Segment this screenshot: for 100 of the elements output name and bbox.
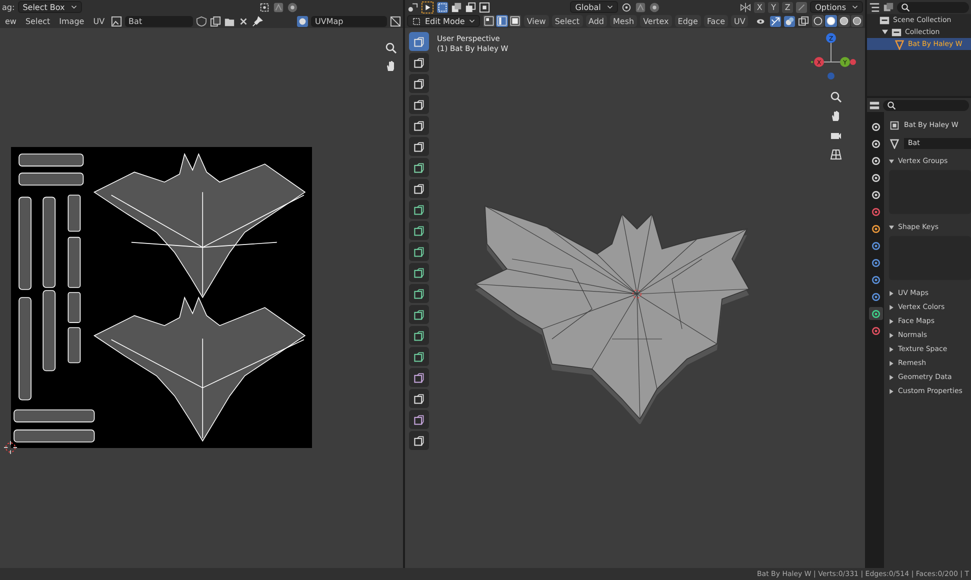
menu-item[interactable]: View xyxy=(524,15,549,27)
menu-item[interactable]: Add xyxy=(586,15,608,27)
disclosure-triangle-icon xyxy=(889,290,894,296)
tool-button[interactable] xyxy=(409,326,429,345)
hand-icon[interactable] xyxy=(385,60,397,72)
subtract-mode-icon[interactable] xyxy=(465,2,476,12)
orientation-dropdown[interactable]: Global xyxy=(570,1,618,13)
mesh-data-icon[interactable] xyxy=(889,138,900,148)
tool-button[interactable] xyxy=(409,74,429,93)
tool-icon xyxy=(413,162,425,174)
overlay-toggle-icon[interactable] xyxy=(784,16,795,26)
close-icon[interactable] xyxy=(238,16,249,26)
menu-item[interactable]: Mesh xyxy=(610,15,638,27)
tool-button[interactable] xyxy=(409,389,429,408)
tool-button[interactable] xyxy=(409,242,429,261)
shield-icon[interactable] xyxy=(196,16,207,26)
sync-icon[interactable] xyxy=(297,16,308,26)
image-icon[interactable] xyxy=(110,16,122,26)
tool-dropdown[interactable]: Select Box xyxy=(18,1,82,13)
tool-button[interactable] xyxy=(409,137,429,156)
tool-button[interactable] xyxy=(409,284,429,303)
hand-icon[interactable] xyxy=(830,110,842,122)
tool-icon xyxy=(413,266,425,278)
tool-label: ag: xyxy=(2,2,15,12)
extend-mode-icon[interactable] xyxy=(451,2,462,12)
expand-triangle-icon[interactable] xyxy=(882,29,888,35)
tool-button[interactable] xyxy=(409,53,429,72)
gizmo-toggle-icon[interactable] xyxy=(770,16,781,26)
image-name-field[interactable]: Bat xyxy=(124,16,193,26)
zoom-icon[interactable] xyxy=(830,91,842,103)
snap-icon[interactable] xyxy=(273,2,284,12)
select-mode-toggle[interactable] xyxy=(496,15,508,27)
menu-item[interactable]: Image xyxy=(56,15,88,27)
menu-item[interactable]: UV xyxy=(90,15,108,27)
properties-tab[interactable] xyxy=(868,307,882,320)
tool-button[interactable] xyxy=(409,179,429,198)
pin-icon[interactable] xyxy=(252,16,263,26)
tool-icon xyxy=(413,36,425,48)
pivot-icon[interactable] xyxy=(259,2,270,12)
2d-cursor-icon xyxy=(4,441,17,454)
menu-item[interactable]: Select xyxy=(22,15,54,27)
tool-button[interactable] xyxy=(409,368,429,387)
disclosure-triangle-icon xyxy=(889,360,894,366)
shading-mode-toggle[interactable] xyxy=(838,15,850,27)
menu-item[interactable]: Select xyxy=(552,15,583,27)
disclosure-triangle-icon xyxy=(889,346,894,352)
tool-button[interactable] xyxy=(409,32,429,51)
zoom-icon[interactable] xyxy=(385,42,397,54)
uv-map-field[interactable]: UVMap xyxy=(311,16,387,26)
caret-icon xyxy=(70,4,77,10)
select-mode-toggle[interactable] xyxy=(482,15,495,27)
shading-mode-toggle[interactable] xyxy=(851,15,863,27)
menu-item[interactable]: Edge xyxy=(674,15,701,27)
search-field[interactable] xyxy=(883,100,969,110)
display-mode-icon[interactable] xyxy=(869,2,880,12)
snap-icon[interactable] xyxy=(634,2,646,12)
mode-dropdown[interactable]: Edit Mode xyxy=(407,15,480,27)
proportional-icon[interactable] xyxy=(287,2,298,12)
select-tool-icon[interactable] xyxy=(421,0,434,14)
caret-icon xyxy=(468,18,475,24)
disclosure-triangle-icon xyxy=(889,388,894,394)
mirror-axis-toggle[interactable]: Y xyxy=(768,2,780,12)
tool-button[interactable] xyxy=(409,263,429,282)
intersect-mode-icon[interactable] xyxy=(479,2,490,12)
tool-button[interactable] xyxy=(409,200,429,219)
tool-button[interactable] xyxy=(409,305,429,324)
menu-item[interactable]: Face xyxy=(704,15,728,27)
editor-type-icon[interactable] xyxy=(407,2,418,12)
tool-button[interactable] xyxy=(409,95,429,114)
tool-button[interactable] xyxy=(409,410,429,429)
tool-icon xyxy=(413,98,425,110)
tool-button[interactable] xyxy=(409,116,429,135)
grid-icon[interactable] xyxy=(830,148,842,160)
menu-item[interactable]: ew xyxy=(2,15,20,27)
shading-mode-toggle[interactable] xyxy=(825,15,837,27)
proportional-icon[interactable] xyxy=(648,2,660,12)
duplicate-icon[interactable] xyxy=(210,16,221,26)
disclosure-triangle-icon xyxy=(889,224,894,230)
pivot-icon[interactable] xyxy=(620,2,632,12)
shading-mode-toggle[interactable] xyxy=(812,15,824,27)
box-select-mode-icon[interactable] xyxy=(437,2,448,12)
mesh-symmetry-icon[interactable] xyxy=(796,2,808,12)
menu-item[interactable]: Vertex xyxy=(640,15,672,27)
tool-button[interactable] xyxy=(409,431,429,450)
tool-button[interactable] xyxy=(409,347,429,366)
options-dropdown[interactable]: Options xyxy=(810,1,863,13)
menu-item[interactable]: UV xyxy=(731,15,748,27)
tool-icon xyxy=(413,372,425,384)
mirror-axis-toggle[interactable]: Z xyxy=(782,2,794,12)
editor-type-icon[interactable] xyxy=(869,100,880,110)
select-mode-toggle[interactable] xyxy=(508,15,521,27)
xray-icon[interactable] xyxy=(798,16,809,26)
mirror-icon[interactable] xyxy=(740,2,752,12)
display-icon[interactable] xyxy=(390,16,401,26)
select-mode-icon xyxy=(496,16,507,26)
tool-button[interactable] xyxy=(409,221,429,240)
tool-button[interactable] xyxy=(409,158,429,177)
filter-icon[interactable] xyxy=(883,2,894,12)
search-field[interactable] xyxy=(897,2,969,12)
mirror-axis-toggle[interactable]: X xyxy=(754,2,766,12)
